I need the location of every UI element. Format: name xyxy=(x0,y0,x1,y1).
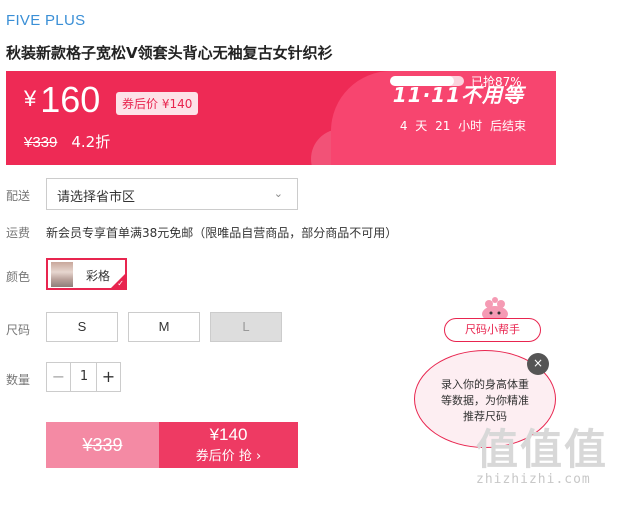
color-option-selected[interactable]: 彩格 ✓ xyxy=(46,258,127,290)
close-icon[interactable]: × xyxy=(527,353,549,375)
watermark: 值值值 zhizhizhi.com xyxy=(476,425,609,488)
size-helper-text: 录入你的身高体重等数据，为你精准推荐尺码 xyxy=(441,378,529,423)
original-price-row: ¥339 4.2折 xyxy=(24,131,110,152)
quantity-plus-button[interactable]: + xyxy=(96,363,120,391)
countdown-text: 4 天 21 小时 后结束 xyxy=(399,119,526,133)
quantity-label: 数量 xyxy=(6,373,31,387)
discount-label: 4.2折 xyxy=(71,133,111,151)
currency-symbol: ¥ xyxy=(24,86,37,111)
size-label: 尺码 xyxy=(6,323,31,337)
current-price: ¥160 xyxy=(24,79,100,121)
buy-original-price[interactable]: ¥339 xyxy=(46,422,159,468)
chevron-down-icon: ⌄ xyxy=(273,187,283,200)
size-option-l: L xyxy=(210,312,282,342)
quantity-minus-button[interactable]: − xyxy=(47,363,71,391)
sold-progress-text: 已抢87% xyxy=(471,75,522,89)
size-option-m[interactable]: M xyxy=(128,312,200,342)
size-option-s[interactable]: S xyxy=(46,312,118,342)
sold-progress-bar xyxy=(390,76,464,86)
region-select[interactable]: 请选择省市区 ⌄ xyxy=(46,178,298,210)
color-option-label: 彩格 xyxy=(86,269,111,283)
original-price: ¥339 xyxy=(24,134,58,151)
checkmark-icon: ✓ xyxy=(117,279,124,288)
quantity-value[interactable]: 1 xyxy=(71,363,97,391)
size-helper-button[interactable]: 尺码小帮手 xyxy=(444,318,541,342)
quantity-stepper: − 1 + xyxy=(46,362,121,392)
coupon-price-tag: 券后价 ¥140 xyxy=(116,92,199,115)
current-price-value: 160 xyxy=(40,79,101,120)
buy-cta-label: 券后价 抢 › xyxy=(195,449,262,464)
buy-coupon-price: ¥140 xyxy=(209,425,248,444)
product-title: 秋装新款格子宽松V领套头背心无袖复古女针织衫 xyxy=(6,44,333,62)
shipping-info: 新会员专享首单满38元免邮（限唯品自营商品，部分商品不可用） xyxy=(46,226,398,240)
sold-progress-fill xyxy=(390,76,455,86)
color-label: 颜色 xyxy=(6,270,31,284)
region-select-placeholder: 请选择省市区 xyxy=(57,190,136,205)
shipping-label: 运费 xyxy=(6,226,31,240)
color-thumbnail xyxy=(51,262,73,287)
watermark-site: zhizhizhi.com xyxy=(476,472,591,487)
brand-name[interactable]: FIVE PLUS xyxy=(6,12,85,29)
watermark-logo: 值值值 xyxy=(476,425,609,474)
buy-with-coupon-button[interactable]: ¥140 券后价 抢 › xyxy=(159,422,298,468)
delivery-label: 配送 xyxy=(6,189,31,203)
